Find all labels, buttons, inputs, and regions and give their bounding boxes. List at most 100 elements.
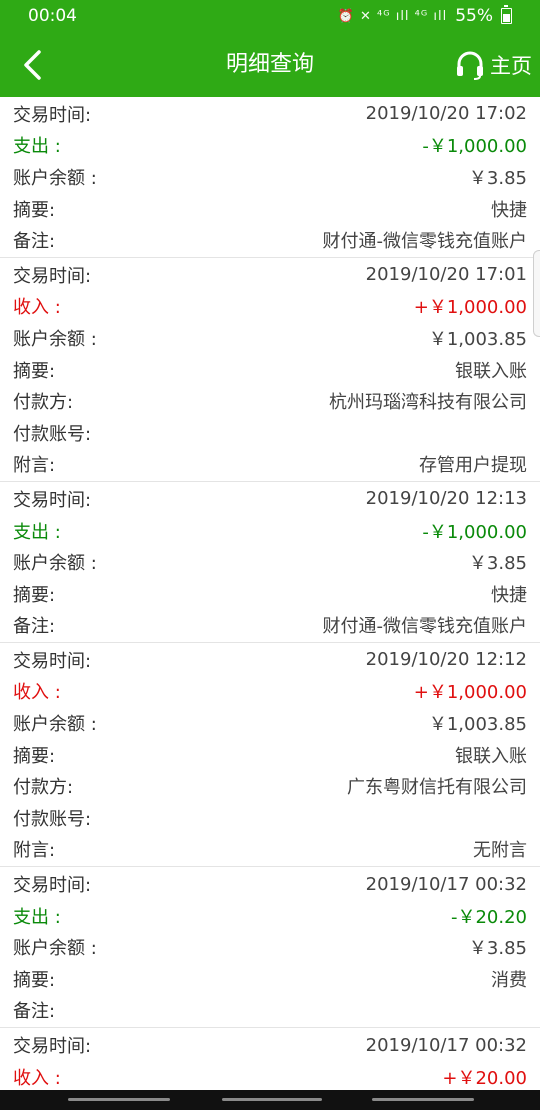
record-row: 交易时间: 2019/10/20 12:12 xyxy=(0,644,540,676)
row-label: 摘要: xyxy=(13,969,56,991)
transaction-record[interactable]: 交易时间: 2019/10/20 17:01 收入 : +￥1,000.00 账户余额 … xyxy=(0,258,540,483)
row-label: 账户余额 : xyxy=(13,553,97,575)
transaction-record[interactable]: 交易时间: 2019/10/20 17:02 支出 : -￥1,000.00 账户余额 … xyxy=(0,97,540,258)
status-indicators: ⏰ ✕ ⁴ᴳ ıll ⁴ᴳ ıll 55% xyxy=(337,5,512,26)
row-value: ￥3.85 xyxy=(468,553,527,575)
record-row: 交易时间: 2019/10/17 00:32 xyxy=(0,868,540,900)
row-value: ￥1,003.85 xyxy=(428,714,527,736)
row-label: 收入 : xyxy=(13,1067,61,1089)
headset-icon xyxy=(457,51,483,80)
record-row: 账户余额 : ￥3.85 xyxy=(0,546,540,578)
row-label: 付款账号: xyxy=(13,808,92,830)
record-row: 支出 : -￥20.20 xyxy=(0,900,540,932)
row-label: 收入 : xyxy=(13,297,61,319)
row-value: ￥1,003.85 xyxy=(428,328,527,350)
row-label: 交易时间: xyxy=(13,650,92,672)
record-row: 交易时间: 2019/10/20 17:02 xyxy=(0,98,540,130)
row-label: 交易时间: xyxy=(13,1036,92,1058)
row-value: ￥3.85 xyxy=(468,167,527,189)
row-value: -￥1,000.00 xyxy=(422,136,527,158)
row-label: 交易时间: xyxy=(13,104,92,126)
row-value: 银联入账 xyxy=(455,360,527,382)
row-label: 账户余额 : xyxy=(13,328,97,350)
home-button[interactable]: 主页 xyxy=(456,43,532,87)
row-value: 杭州玛瑙湾科技有限公司 xyxy=(329,392,527,414)
battery-percent: 55% xyxy=(455,6,493,26)
record-row: 摘要: 快捷 xyxy=(0,193,540,225)
system-nav-bar xyxy=(0,1090,540,1110)
record-row: 账户余额 : ￥3.85 xyxy=(0,161,540,193)
transaction-record[interactable]: 交易时间: 2019/10/17 00:32 支出 : -￥20.20 账户余额 : ￥3… xyxy=(0,867,540,1029)
row-label: 收入 : xyxy=(13,682,61,704)
record-row: 账户余额 : ￥1,003.85 xyxy=(0,322,540,354)
row-value: +￥1,000.00 xyxy=(413,297,527,319)
transaction-record[interactable]: 交易时间:2019/10/17 00:32收入 :+￥20.00账户余额 :￥2… xyxy=(0,1028,540,1090)
row-value: 2019/10/20 17:01 xyxy=(365,264,527,286)
row-value: +￥20.00 xyxy=(442,1067,527,1089)
row-label: 交易时间: xyxy=(13,265,92,287)
record-row: 摘要: 消费 xyxy=(0,963,540,995)
row-value: 财付通-微信零钱充值账户 xyxy=(322,616,528,638)
record-row: 交易时间: 2019/10/17 00:32 xyxy=(0,1029,540,1061)
battery-icon xyxy=(501,5,512,24)
row-label: 备注: xyxy=(13,231,56,253)
record-row: 付款账号: xyxy=(0,417,540,449)
record-row: 付款方: 广东粤财信托有限公司 xyxy=(0,770,540,802)
row-label: 账户余额 : xyxy=(13,714,97,736)
record-row: 摘要: 银联入账 xyxy=(0,354,540,386)
nav-home-handle[interactable] xyxy=(222,1098,322,1101)
row-value: 无附言 xyxy=(473,840,527,862)
row-label: 付款账号: xyxy=(13,423,92,445)
row-label: 摘要: xyxy=(13,745,56,767)
status-time: 00:04 xyxy=(28,6,77,26)
row-label: 摘要: xyxy=(13,360,56,382)
row-value: 2019/10/17 00:32 xyxy=(365,873,527,895)
row-value: 快捷 xyxy=(491,199,527,221)
nav-back-handle[interactable] xyxy=(372,1098,474,1101)
row-value: 2019/10/17 00:32 xyxy=(365,1034,527,1056)
row-label: 摘要: xyxy=(13,584,56,606)
scroll-indicator xyxy=(533,250,540,337)
row-value: 广东粤财信托有限公司 xyxy=(347,777,527,799)
record-row: 账户余额 : ￥1,003.85 xyxy=(0,707,540,739)
row-value: ￥3.85 xyxy=(468,938,527,960)
back-button[interactable] xyxy=(10,43,54,87)
record-row: 备注: xyxy=(0,995,540,1027)
transaction-list[interactable]: 交易时间: 2019/10/20 17:02 支出 : -￥1,000.00 账户余额 … xyxy=(0,97,540,1090)
record-row: 附言: 无附言 xyxy=(0,834,540,866)
row-value: -￥20.20 xyxy=(450,906,527,928)
record-row: 付款账号: xyxy=(0,802,540,834)
row-value: -￥1,000.00 xyxy=(422,521,527,543)
row-value: 消费 xyxy=(491,969,527,991)
row-label: 附言: xyxy=(13,840,56,862)
row-label: 支出 : xyxy=(13,136,61,158)
record-row: 支出 : -￥1,000.00 xyxy=(0,130,540,162)
row-label: 备注: xyxy=(13,1001,56,1023)
row-value: +￥1,000.00 xyxy=(413,682,527,704)
row-value: 财付通-微信零钱充值账户 xyxy=(322,231,528,253)
row-label: 附言: xyxy=(13,455,56,477)
record-row: 备注: 财付通-微信零钱充值账户 xyxy=(0,224,540,256)
row-value: 2019/10/20 12:13 xyxy=(365,488,527,510)
record-row: 备注: 财付通-微信零钱充值账户 xyxy=(0,610,540,642)
nav-recent-handle[interactable] xyxy=(68,1098,170,1101)
record-row: 收入 : +￥1,000.00 xyxy=(0,291,540,323)
row-value: 2019/10/20 17:02 xyxy=(365,103,527,125)
title-bar: 明细查询 主页 xyxy=(0,33,540,97)
row-label: 付款方: xyxy=(13,777,74,799)
row-label: 备注: xyxy=(13,616,56,638)
row-label: 交易时间: xyxy=(13,875,92,897)
row-value: 存管用户提现 xyxy=(419,455,527,477)
row-label: 支出 : xyxy=(13,906,61,928)
record-row: 附言: 存管用户提现 xyxy=(0,449,540,481)
transaction-record[interactable]: 交易时间: 2019/10/20 12:13 支出 : -￥1,000.00 账户余额 … xyxy=(0,482,540,644)
record-row: 交易时间: 2019/10/20 12:13 xyxy=(0,483,540,515)
record-row: 收入 : +￥1,000.00 xyxy=(0,676,540,708)
row-label: 支出 : xyxy=(13,521,61,543)
signal-icons: ⏰ ✕ ⁴ᴳ ıll ⁴ᴳ ıll xyxy=(337,8,448,24)
status-bar: 00:04 ⏰ ✕ ⁴ᴳ ıll ⁴ᴳ ıll 55% xyxy=(0,0,540,33)
record-row: 账户余额 : ￥3.85 xyxy=(0,931,540,963)
row-label: 付款方: xyxy=(13,392,74,414)
row-label: 账户余额 : xyxy=(13,938,97,960)
transaction-record[interactable]: 交易时间: 2019/10/20 12:12 收入 : +￥1,000.00 账户余额 … xyxy=(0,643,540,868)
